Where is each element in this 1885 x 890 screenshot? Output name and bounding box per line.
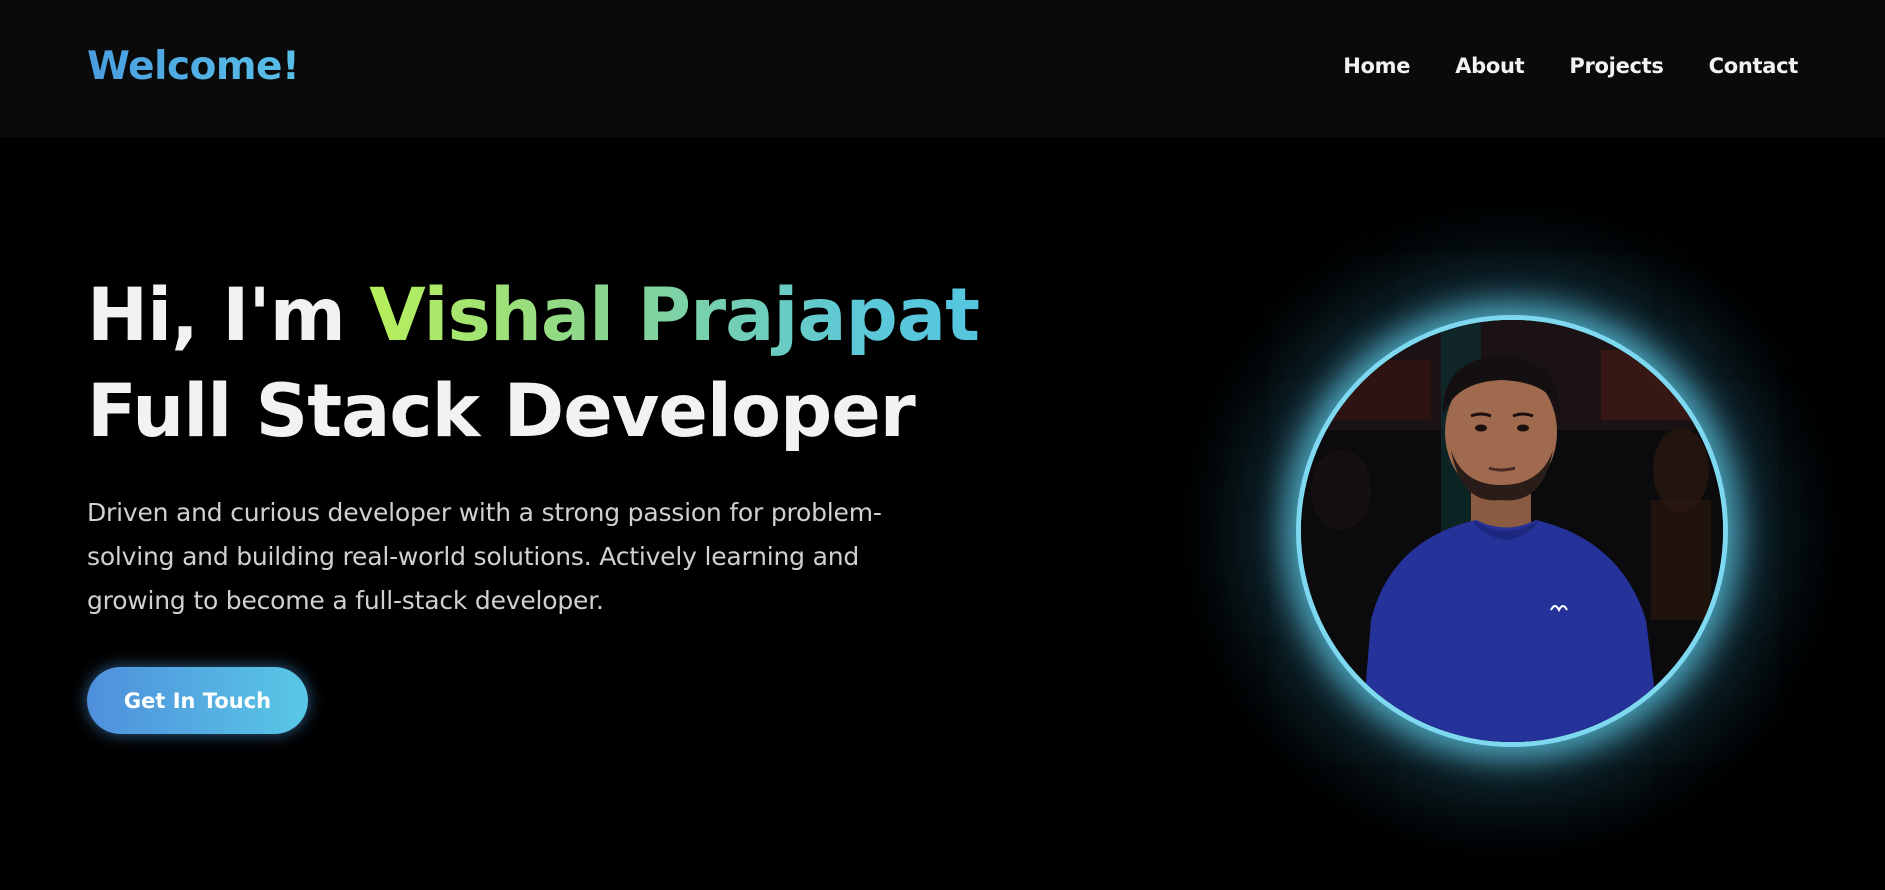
hero-greeting: Hi, I'm bbox=[87, 273, 346, 358]
nav-link-contact[interactable]: Contact bbox=[1709, 49, 1799, 83]
navbar: Welcome! Home About Projects Contact bbox=[0, 0, 1885, 137]
nav-link-home[interactable]: Home bbox=[1343, 49, 1410, 83]
nav-link-about[interactable]: About bbox=[1455, 49, 1525, 83]
get-in-touch-button[interactable]: Get In Touch bbox=[87, 667, 308, 734]
hero-description: Driven and curious developer with a stro… bbox=[87, 498, 882, 615]
hero-role: Full Stack Developer bbox=[87, 369, 916, 454]
brand-logo[interactable]: Welcome! bbox=[87, 40, 300, 94]
profile-photo-illustration bbox=[1301, 320, 1723, 742]
hero-title: Hi, I'm Vishal Prajapat Full Stack Develo… bbox=[87, 268, 980, 460]
avatar-ring bbox=[1296, 315, 1728, 747]
hero-name: Vishal Prajapat bbox=[369, 273, 980, 358]
main-nav: Home About Projects Contact bbox=[1343, 49, 1798, 83]
nav-link-projects[interactable]: Projects bbox=[1569, 49, 1664, 83]
profile-photo bbox=[1301, 320, 1723, 742]
